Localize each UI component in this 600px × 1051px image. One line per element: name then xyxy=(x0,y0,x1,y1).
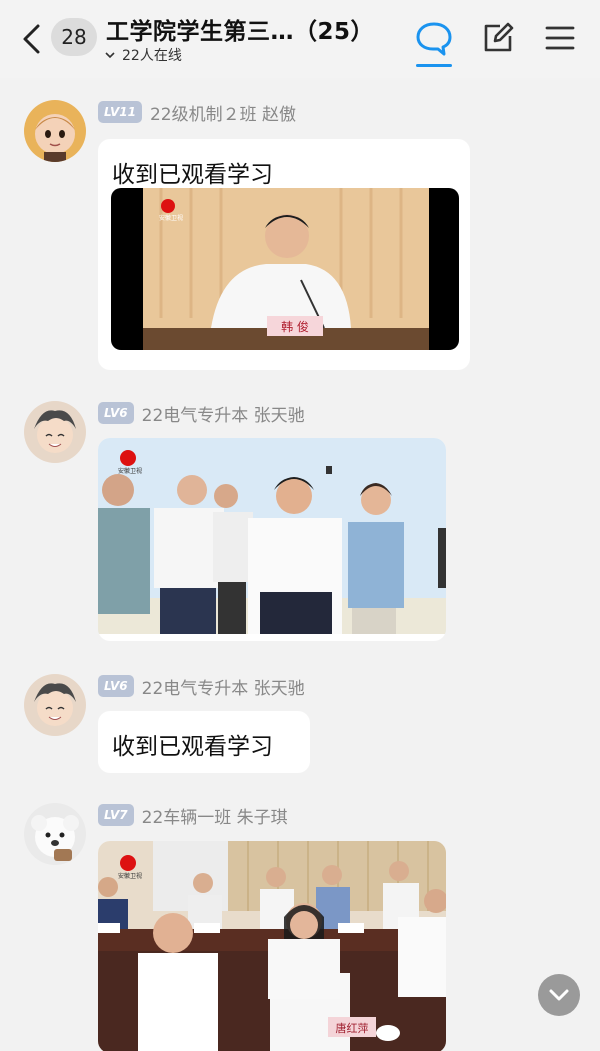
message-meta: LV6 22电气专升本 张天驰 xyxy=(98,674,305,699)
chat-header: 28 工学院学生第三…（25） 22人在线 xyxy=(0,0,600,78)
message-bubble[interactable]: 收到已观看学习 xyxy=(98,711,310,773)
sender-name[interactable]: 22车辆一班 朱子琪 xyxy=(142,803,288,828)
message-bubble[interactable]: 收到已观看学习 韩 俊 安徽卫视 xyxy=(98,139,470,370)
menu-icon[interactable] xyxy=(540,18,580,58)
level-badge: LV11 xyxy=(98,101,142,123)
sender-name[interactable]: 22级机制２班 赵傲 xyxy=(150,100,296,125)
photo-image[interactable]: 安徽卫视 唐红萍 xyxy=(98,841,446,1051)
nameplate-text: 唐红萍 xyxy=(336,1021,369,1035)
level-badge: LV6 xyxy=(98,675,134,697)
chevron-down-icon xyxy=(549,989,569,1001)
photo-image[interactable]: 安徽卫视 xyxy=(98,438,446,634)
message-meta: LV11 22级机制２班 赵傲 xyxy=(98,100,296,125)
video-thumbnail[interactable]: 韩 俊 安徽卫视 xyxy=(111,188,459,350)
message-meta: LV7 22车辆一班 朱子琪 xyxy=(98,803,288,828)
channel-logo-text: 安徽卫视 xyxy=(118,872,142,880)
online-count-text: 22人在线 xyxy=(122,48,182,64)
message-bubble[interactable]: 安徽卫视 xyxy=(98,438,446,641)
level-badge: LV7 xyxy=(98,804,134,826)
avatar[interactable] xyxy=(24,803,86,865)
channel-logo-text: 安徽卫视 xyxy=(118,467,142,475)
edit-icon[interactable] xyxy=(478,18,518,58)
chat-bubble-icon[interactable] xyxy=(414,18,454,58)
message-text: 收到已观看学习 xyxy=(112,162,273,188)
nameplate-text: 韩 俊 xyxy=(281,319,309,334)
chevron-down-icon xyxy=(105,52,115,59)
online-members[interactable]: 22人在线 xyxy=(104,45,182,65)
active-tab-indicator xyxy=(416,64,452,67)
message-bubble[interactable]: 安徽卫视 唐红萍 xyxy=(98,841,446,1051)
avatar[interactable] xyxy=(24,100,86,162)
channel-logo-text: 安徽卫视 xyxy=(159,214,183,222)
sender-name[interactable]: 22电气专升本 张天驰 xyxy=(142,674,305,699)
back-arrow-icon[interactable] xyxy=(20,22,44,56)
message-text: 收到已观看学习 xyxy=(112,734,273,760)
avatar[interactable] xyxy=(24,674,86,736)
avatar[interactable] xyxy=(24,401,86,463)
message-meta: LV6 22电气专升本 张天驰 xyxy=(98,401,305,426)
level-badge: LV6 xyxy=(98,402,134,424)
sender-name[interactable]: 22电气专升本 张天驰 xyxy=(142,401,305,426)
scroll-to-bottom-button[interactable] xyxy=(538,974,580,1016)
chat-title[interactable]: 工学院学生第三…（25） xyxy=(106,12,396,46)
unread-count-badge[interactable]: 28 xyxy=(51,18,97,56)
